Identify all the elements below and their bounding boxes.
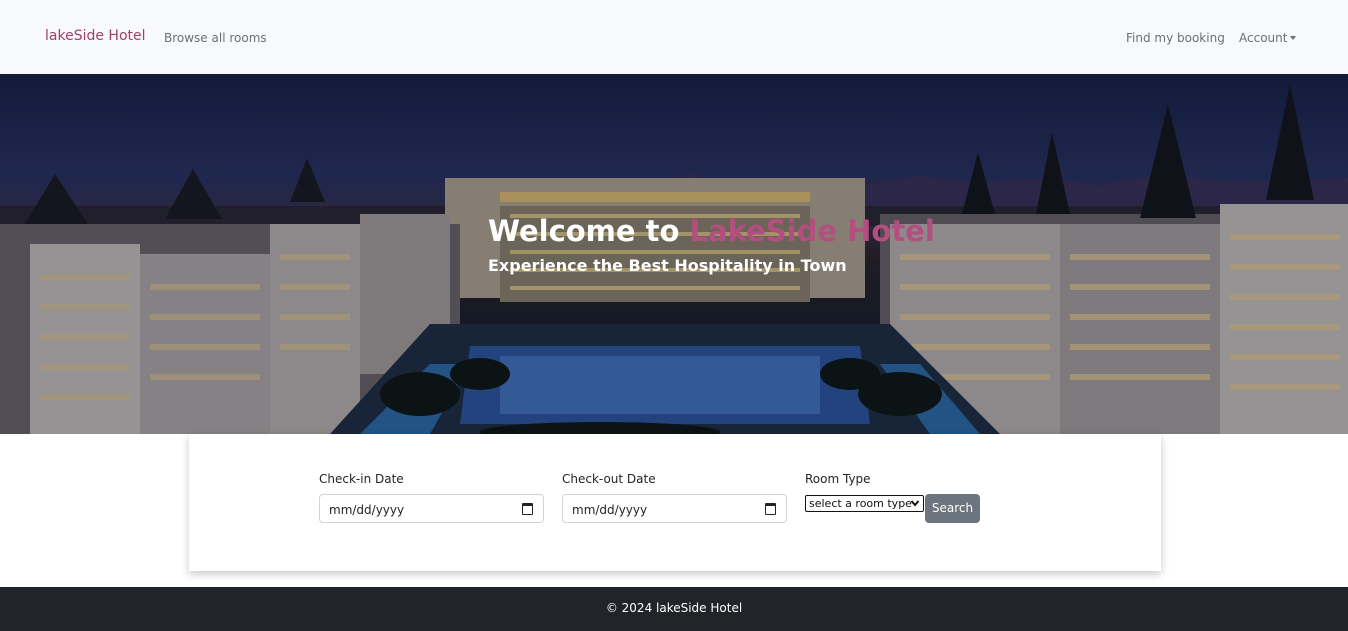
- hero-title: Welcome to LakeSide Hotel: [488, 214, 935, 248]
- brand-link[interactable]: lakeSide Hotel: [45, 28, 146, 44]
- account-dropdown[interactable]: Account: [1239, 31, 1297, 45]
- calendar-icon[interactable]: [522, 503, 533, 515]
- checkout-date-input[interactable]: mm/dd/yyyy: [562, 494, 787, 523]
- hero-subtitle: Experience the Best Hospitality in Town: [488, 256, 847, 275]
- room-type-label: Room Type: [805, 472, 871, 486]
- checkout-date-value: mm/dd/yyyy: [572, 503, 648, 517]
- footer: © 2024 lakeSide Hotel: [0, 587, 1348, 631]
- hero-title-prefix: Welcome to: [488, 214, 690, 248]
- hero-banner: Welcome to LakeSide Hotel Experience the…: [0, 74, 1348, 434]
- caret-down-icon: [1290, 36, 1297, 40]
- search-button[interactable]: Search: [925, 494, 980, 523]
- hero-overlay: [0, 74, 1348, 434]
- navbar: lakeSide Hotel Browse all rooms Find my …: [0, 0, 1348, 74]
- checkout-label: Check-out Date: [562, 472, 656, 486]
- checkin-date-value: mm/dd/yyyy: [329, 503, 405, 517]
- room-search-form: Check-in Date mm/dd/yyyy Check-out Date …: [189, 434, 1161, 571]
- chevron-down-icon: [910, 500, 920, 507]
- hero-title-accent: LakeSide Hotel: [689, 214, 935, 248]
- footer-copyright: © 2024 lakeSide Hotel: [605, 601, 743, 615]
- find-booking-link[interactable]: Find my booking: [1126, 31, 1225, 45]
- browse-rooms-link[interactable]: Browse all rooms: [164, 31, 267, 45]
- room-type-select[interactable]: select a room type: [805, 495, 924, 512]
- account-label: Account: [1239, 31, 1288, 45]
- checkin-date-input[interactable]: mm/dd/yyyy: [319, 494, 544, 523]
- calendar-icon[interactable]: [765, 503, 776, 515]
- checkin-label: Check-in Date: [319, 472, 404, 486]
- room-type-selected: select a room type: [809, 497, 912, 510]
